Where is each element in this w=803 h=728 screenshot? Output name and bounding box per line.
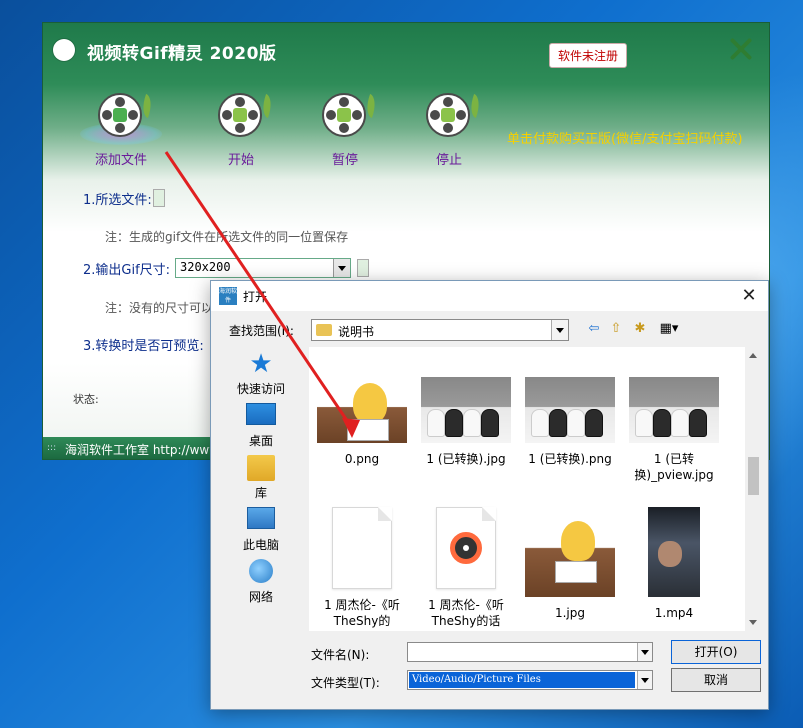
look-in-value: 说明书	[338, 325, 375, 339]
start-button[interactable]: 开始	[201, 93, 281, 168]
file-item[interactable]: 1 (已转换).jpg	[417, 377, 515, 467]
size-note: 注：没有的尺寸可以	[105, 301, 214, 315]
dialog-title: 打开	[243, 290, 268, 304]
close-icon[interactable]	[727, 35, 755, 63]
purchase-link[interactable]: 单击付款购买正版(微信/支付宝扫码付款)	[507, 128, 743, 147]
add-file-label: 添加文件	[94, 153, 147, 168]
back-icon[interactable]: ⇦	[585, 321, 603, 337]
place-library[interactable]: 库	[225, 455, 297, 501]
chevron-down-icon[interactable]	[333, 259, 350, 277]
place-quick-access[interactable]: ★ 快速访问	[225, 351, 297, 397]
status-label: 状态:	[73, 393, 99, 406]
look-in-select[interactable]: 说明书	[311, 319, 569, 341]
media-file-icon	[436, 507, 496, 589]
add-file-icon	[80, 93, 162, 145]
file-item[interactable]: 1 周杰伦-《听TheShy的话》.flv	[313, 507, 411, 629]
chevron-down-icon[interactable]	[551, 320, 568, 340]
up-folder-icon[interactable]: ⇧	[607, 321, 625, 337]
app-title: 视频转Gif精灵 2020版	[87, 44, 277, 64]
image-thumbnail	[525, 377, 615, 443]
open-button[interactable]: 打开(O)	[671, 640, 761, 664]
new-folder-icon[interactable]: ✱	[631, 321, 649, 337]
library-icon	[247, 455, 275, 481]
gif-size-value: 320x200	[180, 260, 231, 274]
selected-file-button[interactable]	[153, 189, 165, 207]
app-logo-icon	[53, 39, 75, 61]
file-item[interactable]: 1 (已转换)_pview.jpg	[625, 377, 723, 483]
grip-icon: :::	[47, 443, 57, 453]
scroll-down-icon[interactable]	[749, 620, 757, 625]
gif-size-button[interactable]	[357, 259, 369, 277]
scroll-up-icon[interactable]	[749, 353, 757, 358]
folder-icon	[316, 324, 332, 336]
preview-label: 3.转换时是否可预览:	[83, 339, 204, 354]
file-item[interactable]: 1 (已转换).png	[521, 377, 619, 467]
video-thumbnail	[648, 507, 700, 597]
places-bar: ★ 快速访问 桌面 库 此电脑 网络	[225, 351, 297, 651]
desktop-icon	[246, 403, 276, 425]
filename-label: 文件名(N):	[311, 648, 370, 662]
network-icon	[249, 559, 273, 583]
file-item[interactable]: 0.png	[313, 377, 411, 467]
save-note: 注：生成的gif文件在所选文件的同一位置保存	[105, 230, 349, 244]
filetype-label: 文件类型(T):	[311, 676, 380, 690]
view-menu-icon[interactable]: ▦▾	[655, 321, 683, 337]
file-icon	[332, 507, 392, 589]
gif-size-select[interactable]: 320x200	[175, 258, 351, 278]
filename-input[interactable]	[407, 642, 653, 662]
filetype-value: Video/Audio/Picture Files	[409, 672, 635, 688]
dialog-close-icon[interactable]: ✕	[739, 286, 759, 306]
file-item[interactable]: 1.mp4	[625, 507, 723, 621]
dialog-titlebar[interactable]: 海润软件 打开 ✕	[211, 281, 768, 311]
chevron-down-icon[interactable]	[637, 671, 652, 689]
file-list: 0.png 1 (已转换).jpg 1 (已转换).png 1 (已转换)_pv…	[309, 347, 745, 631]
star-icon: ★	[249, 349, 273, 379]
dialog-app-icon: 海润软件	[219, 287, 238, 305]
image-thumbnail	[629, 377, 719, 443]
start-label: 开始	[227, 153, 254, 168]
file-list-scrollbar[interactable]	[745, 347, 762, 631]
unregistered-badge[interactable]: 软件未注册	[549, 43, 628, 68]
cancel-button[interactable]: 取消	[671, 668, 761, 692]
filetype-select[interactable]: Video/Audio/Picture Files	[407, 670, 653, 690]
pause-label: 暂停	[331, 153, 358, 168]
look-in-label: 查找范围(I):	[229, 324, 294, 338]
pause-button[interactable]: 暂停	[305, 93, 385, 168]
dialog-body: 查找范围(I): 说明书 ⇦ ⇧ ✱ ▦▾ ★ 快速访问 桌面 库 此电脑 网络…	[211, 311, 768, 709]
image-thumbnail	[525, 507, 615, 597]
file-item[interactable]: 1 周杰伦-《听TheShy的话	[417, 507, 515, 629]
pause-icon	[322, 93, 380, 139]
stop-icon	[426, 93, 484, 139]
stop-button[interactable]: 停止	[409, 93, 489, 168]
place-this-pc[interactable]: 此电脑	[225, 507, 297, 553]
gif-size-label: 2.输出Gif尺寸:	[83, 263, 171, 278]
open-dialog: 海润软件 打开 ✕ 查找范围(I): 说明书 ⇦ ⇧ ✱ ▦▾ ★ 快速访问 桌…	[210, 280, 769, 710]
image-thumbnail	[421, 377, 511, 443]
stop-label: 停止	[435, 153, 462, 168]
file-item[interactable]: 1.jpg	[521, 507, 619, 621]
place-desktop[interactable]: 桌面	[225, 403, 297, 449]
computer-icon	[247, 507, 275, 529]
scroll-thumb[interactable]	[748, 457, 759, 495]
statusbar-text: 海润软件工作室 http://www.	[65, 443, 222, 457]
play-icon	[218, 93, 276, 139]
chevron-down-icon[interactable]	[637, 643, 652, 661]
place-network[interactable]: 网络	[225, 559, 297, 605]
image-thumbnail	[317, 377, 407, 443]
add-file-button[interactable]: 添加文件	[80, 93, 162, 168]
selected-file-label: 1.所选文件:	[83, 193, 152, 208]
